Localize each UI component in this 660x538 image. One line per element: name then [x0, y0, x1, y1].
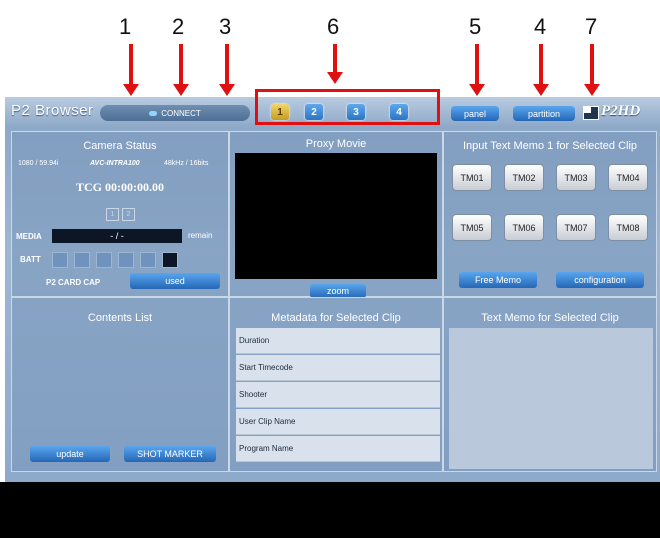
slot-indicator-1: 1: [106, 208, 119, 221]
callout-arrow-6: [327, 44, 343, 84]
contents-list-title: Contents List: [87, 312, 153, 324]
shot-marker-button[interactable]: SHOT MARKER: [124, 446, 216, 462]
battery-segment: [52, 252, 68, 268]
callout-arrow-3: [219, 44, 235, 96]
battery-segment: [140, 252, 156, 268]
tm01-button[interactable]: TM01: [452, 164, 492, 191]
zoom-button[interactable]: zoom: [310, 284, 366, 298]
app-title: P2 Browser: [11, 102, 94, 119]
battery-segment: [74, 252, 90, 268]
tm03-button[interactable]: TM03: [556, 164, 596, 191]
media-label: MEDIA: [16, 232, 42, 241]
configuration-button[interactable]: configuration: [556, 272, 644, 288]
callout-number-2: 2: [172, 14, 185, 39]
tm04-button[interactable]: TM04: [608, 164, 648, 191]
battery-label: BATT: [20, 255, 41, 264]
card-slot-highlight: [255, 89, 440, 125]
codec-label: AVC-INTRA100: [90, 160, 140, 167]
text-memo-panel: Text Memo for Selected Clip: [443, 297, 657, 472]
audio-format: 48kHz / 16bits: [164, 160, 209, 167]
battery-segment: [96, 252, 112, 268]
text-memo-area[interactable]: [449, 328, 653, 469]
tm02-button[interactable]: TM02: [504, 164, 544, 191]
callout-arrow-2: [173, 44, 189, 96]
callout-arrow-4: [533, 44, 549, 96]
callout-number-3: 3: [219, 14, 232, 39]
tm07-button[interactable]: TM07: [556, 214, 596, 241]
proxy-movie-panel: Proxy Movie zoom: [229, 131, 443, 298]
used-button[interactable]: used: [130, 273, 220, 289]
camera-status-title: Camera Status: [83, 140, 157, 152]
metadata-row-start-timecode: Start Timecode: [236, 355, 440, 381]
callout-arrow-1: [123, 44, 139, 96]
input-text-memo-title: Input Text Memo 1 for Selected Clip: [462, 140, 638, 152]
callout-arrow-5: [469, 44, 485, 96]
metadata-row-user-clip-name: User Clip Name: [236, 409, 440, 435]
timecode-generator: TCG 00:00:00.00: [76, 180, 164, 194]
metadata-panel: Metadata for Selected Clip Duration Star…: [229, 297, 443, 472]
free-memo-button[interactable]: Free Memo: [459, 272, 537, 288]
wifi-icon: [149, 110, 158, 116]
partition-button[interactable]: partition: [513, 106, 575, 121]
camera-status-panel: Camera Status 1080 / 59.94i AVC-INTRA100…: [11, 131, 229, 297]
panel-button[interactable]: panel: [451, 106, 499, 121]
text-memo-title: Text Memo for Selected Clip: [481, 312, 619, 324]
p2hd-logo: P2HD: [601, 103, 641, 119]
callout-number-6: 6: [327, 14, 340, 39]
remain-label: remain: [188, 231, 213, 240]
tm08-button[interactable]: TM08: [608, 214, 648, 241]
connect-status: CONNECT: [100, 105, 250, 121]
metadata-row-shooter: Shooter: [236, 382, 440, 408]
input-text-memo-panel: Input Text Memo 1 for Selected Clip TM01…: [443, 131, 657, 297]
callout-arrow-7: [584, 44, 600, 96]
tm05-button[interactable]: TM05: [452, 214, 492, 241]
callout-number-1: 1: [119, 14, 132, 39]
contents-list-panel: Contents List update SHOT MARKER: [11, 297, 229, 472]
p2-browser-window: P2 Browser CONNECT 1 2 3 4 panel partiti…: [5, 97, 660, 482]
metadata-row-program-name: Program Name: [236, 436, 440, 462]
update-button[interactable]: update: [30, 446, 110, 462]
callout-number-5: 5: [469, 14, 482, 39]
callout-number-7: 7: [585, 14, 598, 39]
proxy-movie-title: Proxy Movie: [305, 138, 367, 150]
layout-toggle-icon[interactable]: [583, 106, 599, 120]
card-capacity-label: P2 CARD CAP: [46, 278, 101, 287]
battery-segment: [118, 252, 134, 268]
slot-indicator-2: 2: [122, 208, 135, 221]
media-value: - / -: [52, 229, 182, 243]
callout-number-4: 4: [534, 14, 547, 39]
tm06-button[interactable]: TM06: [504, 214, 544, 241]
battery-segment: [162, 252, 178, 268]
proxy-video-screen[interactable]: [235, 153, 437, 279]
connect-label: CONNECT: [161, 108, 201, 118]
bottom-bar: [0, 482, 660, 538]
metadata-row-duration: Duration: [236, 328, 440, 354]
video-format: 1080 / 59.94i: [18, 160, 59, 167]
metadata-title: Metadata for Selected Clip: [271, 312, 401, 324]
